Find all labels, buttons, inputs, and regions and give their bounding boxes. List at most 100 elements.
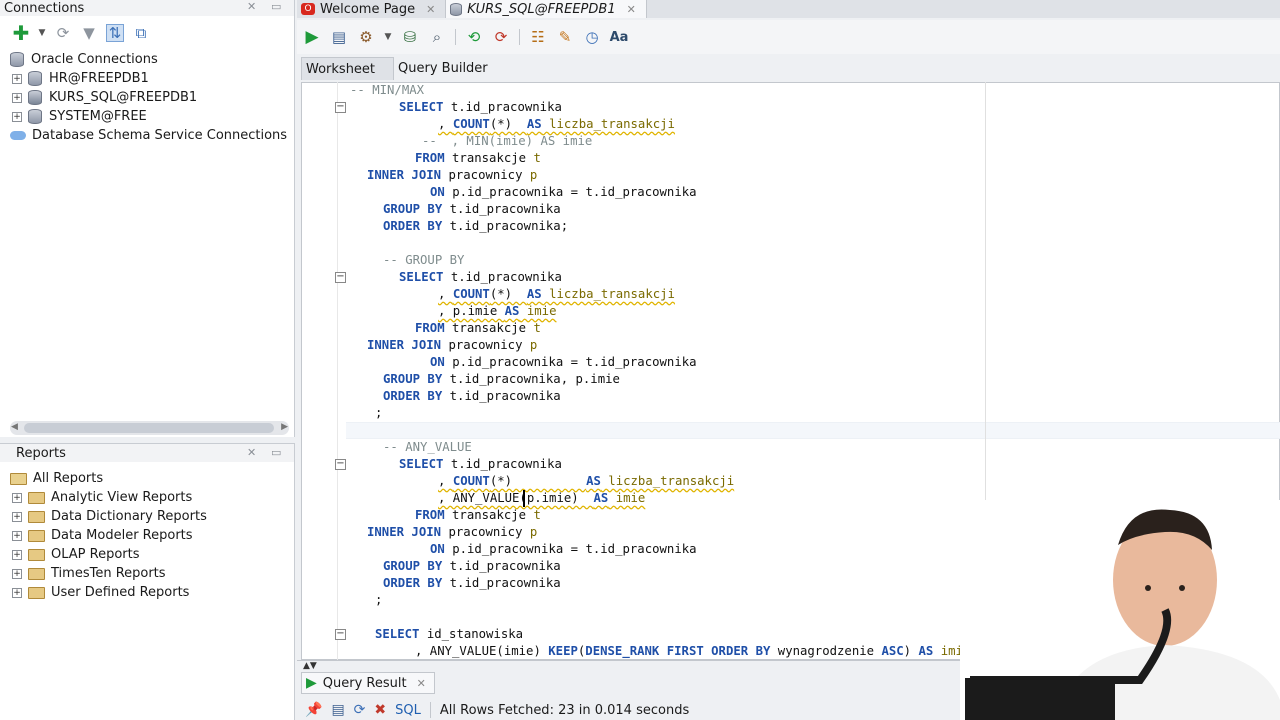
tree-item-all-reports[interactable]: All Reports: [10, 469, 294, 488]
new-connection-icon[interactable]: ✚: [12, 23, 30, 43]
expand-icon[interactable]: +: [12, 73, 22, 84]
scroll-left-icon[interactable]: ◀: [11, 422, 18, 432]
cancel-icon[interactable]: ✖: [374, 702, 386, 718]
tree-item-cloud-connections[interactable]: Database Schema Service Connections: [10, 126, 294, 145]
tree-item-label: Oracle Connections: [31, 52, 158, 67]
run-statement-icon[interactable]: ▶: [303, 28, 321, 46]
fold-collapse-icon[interactable]: −: [335, 629, 346, 640]
tree-item-hr[interactable]: + HR@FREEPDB1: [10, 69, 294, 88]
collapse-all-icon[interactable]: ⧉: [132, 24, 150, 42]
refresh-icon[interactable]: ⟳: [54, 24, 72, 42]
expand-icon[interactable]: +: [12, 587, 22, 598]
code-alias: liczba_transakcji: [600, 474, 735, 488]
expand-icon[interactable]: +: [12, 92, 22, 103]
database-connection-icon: [28, 71, 42, 86]
schema-browser-icon[interactable]: ⇅: [106, 24, 124, 42]
code-keyword: INNER JOIN: [367, 525, 442, 539]
code-text: p.id_pracownika = t.id_pracownika: [444, 542, 697, 556]
unshared-sql-icon[interactable]: ☷: [529, 28, 547, 46]
tab-worksheet[interactable]: Worksheet: [301, 57, 395, 80]
code-comment: -- GROUP BY: [383, 253, 465, 267]
format-case-icon[interactable]: Aa: [610, 28, 629, 46]
tab-kurs-sql-worksheet[interactable]: KURS_SQL@FREEPDB1 ✕: [446, 0, 647, 18]
horizontal-scrollbar[interactable]: ◀ ▶: [10, 421, 289, 435]
fetch-status-text: All Rows Fetched: 23 in 0.014 seconds: [439, 702, 690, 718]
tab-query-builder[interactable]: Query Builder: [394, 57, 506, 80]
code-alias: t: [533, 321, 541, 335]
expand-icon[interactable]: +: [12, 530, 22, 541]
panel-minimize-icon[interactable]: ▭: [271, 446, 281, 459]
expand-icon[interactable]: +: [12, 549, 22, 560]
code-text: p.id_pracownika = t.id_pracownika: [444, 355, 697, 369]
run-script-icon[interactable]: ▤: [330, 28, 348, 46]
panel-close-icon[interactable]: ✕: [247, 446, 256, 459]
tree-item-timesten-reports[interactable]: + TimesTen Reports: [10, 564, 294, 583]
tree-item-oracle-connections[interactable]: Oracle Connections: [10, 50, 294, 69]
close-tab-icon[interactable]: ✕: [426, 3, 435, 16]
tree-item-analytic-view-reports[interactable]: + Analytic View Reports: [10, 488, 294, 507]
tab-query-result[interactable]: ▶ Query Result ✕: [301, 672, 435, 694]
sql-tuning-advisor-icon[interactable]: ⌕: [428, 28, 446, 46]
explain-plan-icon[interactable]: ⛁: [401, 28, 419, 46]
tree-item-data-dictionary-reports[interactable]: + Data Dictionary Reports: [10, 507, 294, 526]
chevron-down-icon[interactable]: ▼: [384, 28, 392, 46]
tree-item-data-modeler-reports[interactable]: + Data Modeler Reports: [10, 526, 294, 545]
tree-item-label: SYSTEM@FREE: [49, 109, 147, 124]
code-text: p.id_pracownika = t.id_pracownika: [444, 185, 697, 199]
code-text: t.id_pracownika: [442, 389, 561, 403]
tree-item-system[interactable]: + SYSTEM@FREE: [10, 107, 294, 126]
tree-item-olap-reports[interactable]: + OLAP Reports: [10, 545, 294, 564]
pin-icon[interactable]: 📌: [305, 702, 322, 718]
close-tab-icon[interactable]: ✕: [417, 677, 426, 690]
tree-item-label: HR@FREEPDB1: [49, 71, 149, 86]
reports-panel: Reports ✕ ▭ All Reports + Analytic View …: [0, 443, 295, 720]
code-line: , COUNT(*) AS liczba_transakcji: [438, 116, 675, 133]
code-line: FROM transakcje t: [415, 507, 541, 524]
panel-close-icon[interactable]: ✕: [247, 0, 256, 13]
oracle-logo-icon: O: [301, 3, 315, 15]
code-keyword: KEEP: [548, 644, 578, 658]
clear-eraser-icon[interactable]: ✎: [556, 28, 574, 46]
code-keyword: ON: [430, 185, 445, 199]
code-keyword: AS: [586, 474, 601, 488]
print-icon[interactable]: ▤: [331, 702, 344, 718]
scroll-right-icon[interactable]: ▶: [281, 422, 288, 432]
code-keyword: ON: [430, 542, 445, 556]
tree-item-user-defined-reports[interactable]: + User Defined Reports: [10, 583, 294, 602]
resize-handle-icon[interactable]: ▲▼: [303, 661, 317, 671]
refresh-icon[interactable]: ⟳: [354, 702, 366, 718]
close-tab-icon[interactable]: ✕: [627, 3, 636, 16]
code-alias: liczba_transakcji: [541, 287, 675, 301]
panel-minimize-icon[interactable]: ▭: [271, 0, 281, 13]
filter-icon[interactable]: ▼: [80, 24, 98, 42]
commit-icon[interactable]: ⟲: [465, 28, 483, 46]
code-line: GROUP BY t.id_pracownika: [383, 558, 561, 575]
expand-icon[interactable]: +: [12, 492, 22, 503]
tree-item-kurs-sql[interactable]: + KURS_SQL@FREEPDB1: [10, 88, 294, 107]
cloud-icon: [10, 131, 26, 140]
code-keyword: FROM: [415, 508, 445, 522]
expand-icon[interactable]: +: [12, 511, 22, 522]
sql-history-icon[interactable]: ◷: [583, 28, 601, 46]
tab-label: Worksheet: [306, 61, 376, 77]
chevron-down-icon[interactable]: ▼: [38, 24, 46, 42]
fold-collapse-icon[interactable]: −: [335, 272, 346, 283]
tree-item-label: Data Dictionary Reports: [51, 509, 207, 524]
sql-button[interactable]: SQL: [395, 703, 421, 718]
tab-label: Query Result: [322, 675, 407, 691]
autotrace-icon[interactable]: ⚙: [357, 28, 375, 46]
code-text: ,: [438, 287, 453, 301]
code-alias: liczba_transakcji: [541, 117, 675, 131]
code-alias: p: [529, 338, 538, 352]
fold-collapse-icon[interactable]: −: [335, 102, 346, 113]
scrollbar-thumb[interactable]: [24, 423, 274, 433]
rollback-icon[interactable]: ⟳: [492, 28, 510, 46]
tree-item-label: Analytic View Reports: [51, 490, 193, 505]
fold-collapse-icon[interactable]: −: [335, 459, 346, 470]
expand-icon[interactable]: +: [12, 111, 22, 122]
tab-welcome-page[interactable]: O Welcome Page ✕: [297, 0, 447, 18]
code-line: FROM transakcje t: [415, 320, 541, 337]
code-text: ): [903, 644, 919, 658]
code-keyword: GROUP BY: [383, 372, 443, 386]
expand-icon[interactable]: +: [12, 568, 22, 579]
